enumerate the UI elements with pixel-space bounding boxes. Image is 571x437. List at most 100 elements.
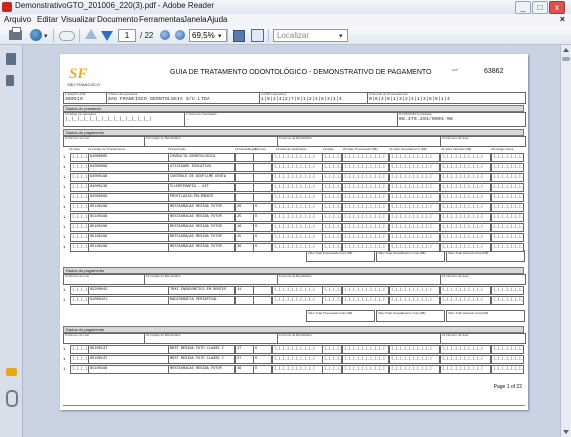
vertical-scrollbar[interactable] bbox=[560, 45, 571, 437]
share-icon[interactable] bbox=[30, 29, 42, 41]
nome-contratado-field: 7-Nome do Contratado. bbox=[184, 112, 398, 127]
valor-processado-cell: |_|_|_|_|_|_|_|_|_| bbox=[342, 223, 389, 232]
menu-arquivo[interactable]: Arquivo bbox=[4, 15, 31, 24]
realization-date-cell: |_|_|_|_|_|_|_|_|_| bbox=[272, 153, 323, 162]
row-number: 1. bbox=[63, 154, 67, 159]
zoom-in-icon[interactable] bbox=[175, 30, 185, 40]
find-input[interactable]: Localizar bbox=[273, 29, 348, 42]
close-button[interactable]: x bbox=[549, 1, 565, 14]
codigo-glosa-cell: |_|_|_|_|_|_|_|_|_| bbox=[491, 173, 524, 182]
document-title: GUIA DE TRATAMENTO ODONTOLÓGICO - DEMONS… bbox=[170, 69, 432, 76]
scroll-up-icon[interactable] bbox=[563, 48, 569, 52]
menu-visualizar[interactable]: Visualizar bbox=[61, 15, 96, 24]
quantity-cell: |_|_|_|_|_|_|_|_|_| bbox=[322, 213, 342, 222]
procedure-row: 1.|_|_|_|_|_|_|_|_|_|84000139FLUORTERAPI… bbox=[63, 183, 525, 192]
procedure-row: 1.|_|_|_|_|_|_|_|_|_|85100137REST RESINA… bbox=[63, 355, 525, 364]
cnpj-operadora-field: 4-CNPJ operadora 1|0|2|4|2|7|5|1|2|4|6|3|… bbox=[259, 92, 368, 104]
row-number: 1. bbox=[63, 194, 67, 199]
procedure-description-cell: RESTAURACAO RESINA FOTOP. bbox=[168, 365, 235, 374]
tooth-cell bbox=[235, 296, 254, 305]
zoom-dropdown-icon[interactable]: ▾ bbox=[218, 32, 222, 44]
date-cell: |_|_|_|_|_|_|_|_|_| bbox=[70, 296, 90, 305]
pages-icon[interactable] bbox=[6, 53, 16, 65]
share-dropdown-icon[interactable]: ▾ bbox=[44, 32, 48, 44]
procedure-row: 1.|_|_|_|_|_|_|_|_|_|81000421RADIOGRAFIA… bbox=[63, 296, 525, 305]
codigo-glosa-cell: |_|_|_|_|_|_|_|_|_| bbox=[491, 355, 524, 364]
face-cell bbox=[253, 193, 272, 202]
procedures-column-header: 13-Data 14-Código do Procedimento 15-Descr… bbox=[69, 147, 514, 151]
row-number: 1. bbox=[63, 356, 67, 361]
quantity-cell: |_|_|_|_|_|_|_|_|_| bbox=[322, 233, 342, 242]
valor-liberado-cell: |_|_|_|_|_|_|_|_|_| bbox=[440, 163, 491, 172]
procedure-description-cell: RESTAURACAO RESINA FOTOP. bbox=[168, 223, 235, 232]
fit-page-icon[interactable] bbox=[251, 29, 264, 42]
page-number-input[interactable]: 1 bbox=[118, 29, 136, 42]
quantity-cell: |_|_|_|_|_|_|_|_|_| bbox=[322, 296, 342, 305]
save-icon[interactable] bbox=[233, 30, 245, 42]
comment-icon[interactable] bbox=[6, 368, 17, 376]
face-cell: O bbox=[253, 345, 272, 354]
cloud-icon[interactable] bbox=[59, 31, 75, 41]
date-cell: |_|_|_|_|_|_|_|_|_| bbox=[70, 286, 90, 295]
procedure-row: 1.|_|_|_|_|_|_|_|_|_|85100137REST RESINA… bbox=[63, 345, 525, 354]
date-cell: |_|_|_|_|_|_|_|_|_| bbox=[70, 183, 90, 192]
codigo-glosa-cell: |_|_|_|_|_|_|_|_|_| bbox=[491, 345, 524, 354]
menu-editar[interactable]: Editar bbox=[37, 15, 58, 24]
valor-glosa-cell: |_|_|_|_|_|_|_|_|_| bbox=[389, 213, 440, 222]
procedure-row: 1.|_|_|_|_|_|_|_|_|_|84000099ATIVIDADE E… bbox=[63, 163, 525, 172]
valor-processado-cell: |_|_|_|_|_|_|_|_|_| bbox=[342, 233, 389, 242]
previous-page-icon[interactable] bbox=[85, 29, 97, 39]
valor-processado-cell: |_|_|_|_|_|_|_|_|_| bbox=[342, 193, 389, 202]
valor-liberado-cell: |_|_|_|_|_|_|_|_|_| bbox=[440, 173, 491, 182]
valor-liberado-cell: |_|_|_|_|_|_|_|_|_| bbox=[440, 183, 491, 192]
face-cell: O bbox=[253, 243, 272, 252]
numero-guia-field-3: 12-Número da Guia bbox=[440, 333, 526, 344]
face-cell bbox=[253, 296, 272, 305]
scroll-thumb[interactable] bbox=[562, 57, 570, 61]
procedure-row: 1.|_|_|_|_|_|_|_|_|_|85100196RESTAURACAO… bbox=[63, 203, 525, 212]
valor-glosa-cell: |_|_|_|_|_|_|_|_|_| bbox=[389, 365, 440, 374]
valor-glosa-cell: |_|_|_|_|_|_|_|_|_| bbox=[389, 286, 440, 295]
face-cell: O bbox=[253, 365, 272, 374]
document-close-icon[interactable]: × bbox=[560, 14, 565, 24]
tooth-cell: 16 bbox=[235, 223, 254, 232]
realization-date-cell: |_|_|_|_|_|_|_|_|_| bbox=[272, 365, 323, 374]
scroll-down-icon[interactable] bbox=[563, 430, 569, 434]
procedure-code-cell: 81000065 bbox=[88, 153, 169, 162]
quantity-cell: |_|_|_|_|_|_|_|_|_| bbox=[322, 223, 342, 232]
menu-ferramentas[interactable]: Ferramentas bbox=[139, 15, 184, 24]
print-icon[interactable] bbox=[9, 27, 22, 40]
face-cell bbox=[253, 163, 272, 172]
next-page-icon[interactable] bbox=[101, 31, 113, 41]
bookmarks-icon[interactable] bbox=[6, 75, 14, 86]
valor-processado-cell: |_|_|_|_|_|_|_|_|_| bbox=[342, 345, 389, 354]
face-cell bbox=[253, 173, 272, 182]
section-prestador: Dados do prestador bbox=[63, 105, 524, 112]
face-cell: O bbox=[253, 223, 272, 232]
tooth-cell bbox=[235, 153, 254, 162]
valor-liberado-cell: |_|_|_|_|_|_|_|_|_| bbox=[440, 213, 491, 222]
valor-glosa-cell: |_|_|_|_|_|_|_|_|_| bbox=[389, 223, 440, 232]
date-cell: |_|_|_|_|_|_|_|_|_| bbox=[70, 223, 90, 232]
procedure-description-cell: RADIOGRAFIA PERIAPICAL bbox=[168, 296, 235, 305]
realization-date-cell: |_|_|_|_|_|_|_|_|_| bbox=[272, 243, 323, 252]
attachment-icon[interactable] bbox=[6, 390, 18, 407]
realization-date-cell: |_|_|_|_|_|_|_|_|_| bbox=[272, 173, 323, 182]
window-title: DemonstrativoGTO_201006_220(3).pdf - Ado… bbox=[15, 1, 215, 10]
section-pagamento-1: Dados do pagamento bbox=[63, 129, 524, 136]
find-dropdown-icon[interactable]: ▾ bbox=[339, 32, 343, 44]
row-number: 1. bbox=[63, 204, 67, 209]
menu-janela[interactable]: Janela bbox=[183, 15, 207, 24]
zoom-out-icon[interactable] bbox=[160, 30, 170, 40]
quantity-cell: |_|_|_|_|_|_|_|_|_| bbox=[322, 286, 342, 295]
realization-date-cell: |_|_|_|_|_|_|_|_|_| bbox=[272, 193, 323, 202]
codigo-beneficiario-field-2: 10-Código do Beneficiário bbox=[144, 274, 278, 285]
maximize-button[interactable]: □ bbox=[532, 1, 548, 14]
procedure-description-cell: PROFILAXIA:POLIMENTO bbox=[168, 193, 235, 202]
minimize-button[interactable]: _ bbox=[515, 1, 531, 14]
row-number: 1. bbox=[63, 214, 67, 219]
menu-ajuda[interactable]: Ajuda bbox=[207, 15, 227, 24]
menu-documento[interactable]: Documento bbox=[97, 15, 138, 24]
valor-glosa-cell: |_|_|_|_|_|_|_|_|_| bbox=[389, 296, 440, 305]
procedure-description-cell: REST RESINA FOTO CLASSE I bbox=[168, 355, 235, 364]
